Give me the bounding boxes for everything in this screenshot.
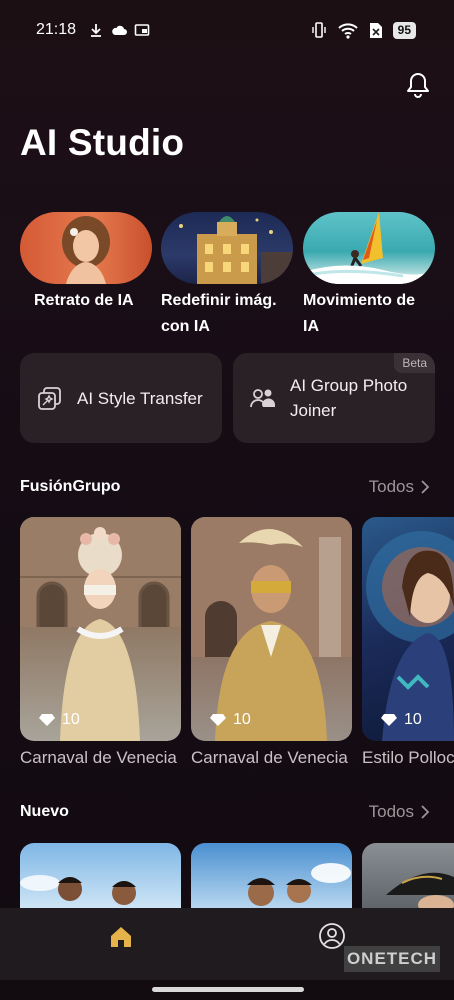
profile-icon[interactable] [318,922,346,950]
diamond-icon [381,714,397,726]
card-caption: Estilo Polloc [362,748,454,767]
card-gem-badge: 10 [38,711,80,729]
feature-portrait-label: Retrato de IA [34,292,134,309]
style-transfer-label: AI Style Transfer [77,388,203,408]
card-gem-badge: 10 [380,711,422,729]
template-card[interactable]: 10 [191,517,352,741]
wifi-icon [337,23,358,39]
no-sim-icon [369,23,382,38]
feature-motion-label: Movimiento de IA [303,292,416,335]
feature-redefine[interactable]: Redefinir imág. con IA [161,212,293,340]
watermark-logo: ONETECH [344,946,440,972]
card-caption: Carnaval de Venecia [191,748,348,767]
page-title: AI Studio [20,122,185,163]
card-count: 10 [62,711,80,728]
feature-portrait[interactable]: Retrato de IA [20,212,152,314]
section-nuevo-all-link[interactable]: Todos [369,802,430,822]
feature-redefine-label: Redefinir imág. con IA [161,292,277,335]
section-fusion-title: FusiónGrupo [20,478,121,495]
card-count: 10 [233,711,251,728]
status-notification-icons [88,22,150,38]
home-icon[interactable] [108,924,134,950]
status-system-icons: 95 [311,21,416,39]
feature-motion-image [303,212,435,284]
screen-icon [134,24,150,36]
section-fusion-all-label: Todos [368,477,414,496]
style-transfer-button[interactable]: AI Style Transfer [20,353,222,443]
feature-motion[interactable]: Movimiento de IA [303,212,435,340]
style-transfer-icon [38,387,61,410]
status-time: 21:18 [36,21,77,38]
template-card[interactable]: 10 [20,517,181,741]
template-card[interactable] [362,843,454,909]
feature-redefine-image [161,212,293,284]
bell-icon[interactable] [404,70,432,98]
download-icon [91,24,101,37]
diamond-icon [210,714,226,726]
status-bar: 21:18 95 [0,0,454,60]
card-caption: Carnaval de Venecia [20,748,177,767]
feature-portrait-image [20,212,152,284]
chevron-right-icon [421,805,430,819]
group-photo-joiner-label: AI Group Photo Joiner [290,376,408,420]
home-indicator-bar[interactable] [152,987,304,992]
template-card[interactable]: 10 [362,517,454,741]
section-fusion-all-link[interactable]: Todos [369,477,430,497]
group-users-icon [250,389,275,408]
template-card[interactable] [191,843,352,909]
battery-indicator: 95 [392,21,416,39]
section-nuevo-title: Nuevo [20,803,69,820]
template-card[interactable] [20,843,181,909]
group-photo-joiner-button[interactable]: Beta AI Group Photo Joiner [233,353,435,443]
card-gem-badge: 10 [209,711,251,729]
vibrate-icon [311,22,326,38]
diamond-icon [39,714,55,726]
beta-badge: Beta [394,353,435,373]
cloud-icon [112,25,127,35]
section-nuevo-all-label: Todos [368,802,414,821]
card-count: 10 [404,711,422,728]
chevron-right-icon [421,480,430,494]
